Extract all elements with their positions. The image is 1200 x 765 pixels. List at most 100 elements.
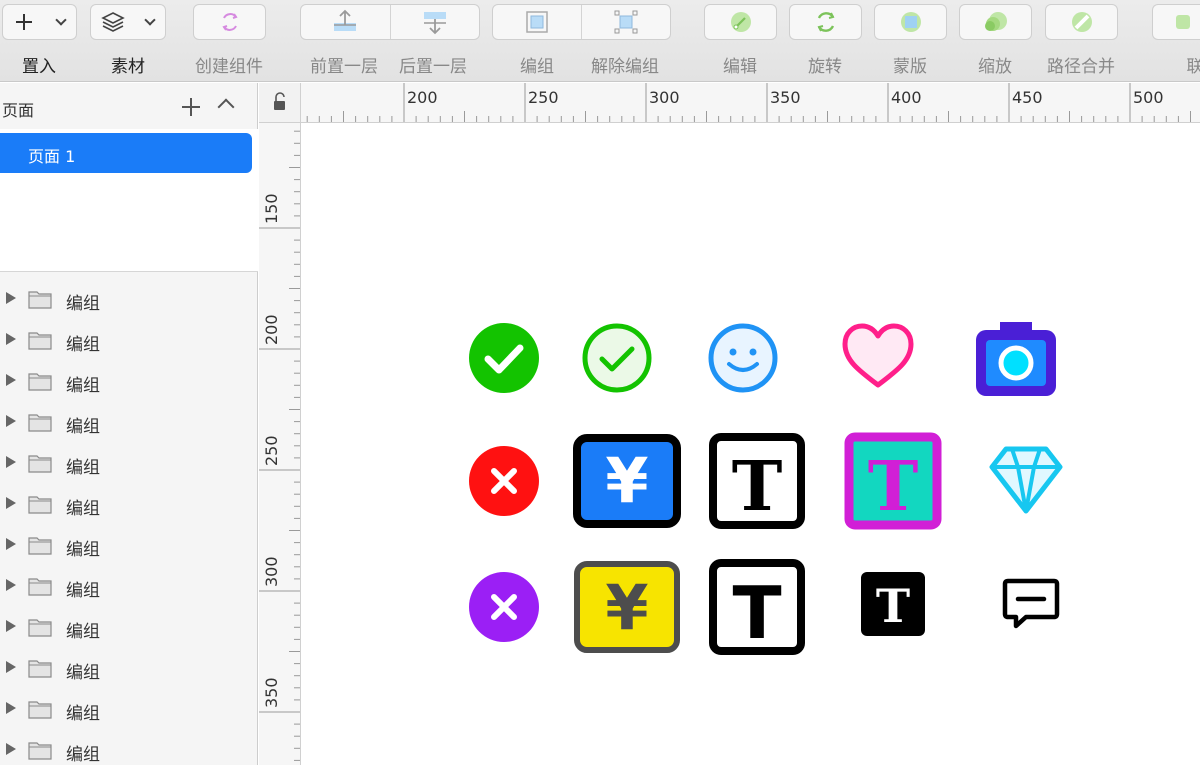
horizontal-ruler: 200 250 300 350 400 450 500	[301, 83, 1200, 123]
layer-item[interactable]: 编组	[0, 525, 258, 566]
materials-button[interactable]	[90, 4, 166, 40]
layers-icon	[91, 5, 134, 39]
edit-label: 编辑	[723, 57, 757, 77]
disclosure-triangle-icon[interactable]	[6, 661, 16, 673]
layer-item[interactable]: 编组	[0, 443, 258, 484]
ungroup-button[interactable]	[581, 5, 670, 39]
yen-glyph: ¥	[605, 571, 648, 644]
camera-icon[interactable]	[974, 318, 1058, 398]
layer-item[interactable]: 编组	[0, 484, 258, 525]
ruler-label: 300	[262, 556, 281, 587]
layer-name: 编组	[66, 458, 100, 478]
mask-icon	[875, 5, 946, 39]
ruler-label: 350	[262, 677, 281, 708]
layer-item[interactable]: 编组	[0, 320, 258, 361]
text-box-filled-icon[interactable]: T	[860, 571, 926, 637]
disclosure-triangle-icon[interactable]	[6, 743, 16, 755]
send-backward-button[interactable]	[389, 5, 480, 39]
pages-title: 页面	[2, 101, 35, 120]
path-combine-button[interactable]	[1045, 4, 1118, 40]
insert-button[interactable]	[2, 4, 77, 40]
layer-item[interactable]: 编组	[0, 648, 258, 689]
layer-item[interactable]: 编组	[0, 607, 258, 648]
text-glyph: T	[732, 571, 781, 655]
canvas: ¥ T T ¥ T T	[302, 124, 1200, 765]
folder-icon	[28, 496, 52, 514]
folder-icon	[28, 537, 52, 555]
text-box-outline-icon[interactable]: T	[708, 432, 806, 530]
ruler-label: 500	[1133, 88, 1164, 107]
rotate-button[interactable]	[789, 4, 862, 40]
ruler-label: 350	[770, 88, 801, 107]
disclosure-triangle-icon[interactable]	[6, 456, 16, 468]
mask-label: 蒙版	[893, 57, 927, 77]
materials-label: 素材	[111, 57, 145, 77]
send-backward-label: 后置一层	[399, 57, 467, 77]
layer-item[interactable]: 编组	[0, 730, 258, 765]
disclosure-triangle-icon[interactable]	[6, 374, 16, 386]
group-icon	[526, 11, 548, 33]
close-circle-red-icon[interactable]	[468, 445, 540, 517]
edit-button[interactable]	[704, 4, 777, 40]
insert-label: 置入	[22, 57, 56, 77]
yen-box-blue-icon[interactable]: ¥	[573, 434, 681, 528]
grouping-group	[492, 4, 671, 40]
pages-header: 页面	[0, 83, 258, 129]
mask-button[interactable]	[874, 4, 947, 40]
check-circle-filled-icon[interactable]	[468, 322, 540, 394]
layer-name: 编组	[66, 663, 100, 683]
layer-item[interactable]: 编组	[0, 279, 258, 320]
text-glyph: T	[732, 447, 783, 527]
heart-icon[interactable]	[840, 322, 916, 392]
close-circle-purple-icon[interactable]	[468, 571, 540, 643]
disclosure-triangle-icon[interactable]	[6, 579, 16, 591]
lock-icon[interactable]	[259, 83, 301, 123]
link-button[interactable]	[1152, 4, 1200, 40]
check-circle-outline-icon[interactable]	[581, 322, 653, 394]
page-item-label: 页面 1	[28, 147, 76, 166]
layer-item[interactable]: 编组	[0, 566, 258, 607]
folder-icon	[28, 660, 52, 678]
folder-icon	[28, 332, 52, 350]
message-icon[interactable]	[1002, 578, 1060, 630]
disclosure-triangle-icon[interactable]	[6, 415, 16, 427]
layer-name: 编组	[66, 745, 100, 765]
create-symbol-button[interactable]	[193, 4, 266, 40]
text-box-outline-large-icon[interactable]: T	[708, 558, 806, 656]
bring-forward-button[interactable]	[301, 5, 390, 39]
folder-icon	[28, 291, 52, 309]
group-button[interactable]	[493, 5, 581, 39]
layer-item[interactable]: 编组	[0, 689, 258, 730]
text-glyph: T	[876, 579, 910, 633]
disclosure-triangle-icon[interactable]	[6, 538, 16, 550]
smile-icon[interactable]	[707, 322, 779, 394]
layer-item[interactable]: 编组	[0, 402, 258, 443]
ruler-label: 150	[262, 193, 281, 224]
folder-icon	[28, 414, 52, 432]
layer-item[interactable]: 编组	[0, 361, 258, 402]
ungroup-icon	[614, 10, 638, 34]
disclosure-triangle-icon[interactable]	[6, 333, 16, 345]
ruler-label: 450	[1012, 88, 1043, 107]
layer-name: 编组	[66, 581, 100, 601]
ruler-label: 400	[891, 88, 922, 107]
scale-button[interactable]	[959, 4, 1032, 40]
text-glyph: T	[868, 447, 919, 527]
diamond-icon[interactable]	[988, 445, 1064, 515]
yen-box-yellow-icon[interactable]: ¥	[574, 561, 680, 653]
page-item-1[interactable]: 页面 1	[0, 133, 252, 173]
add-page-button[interactable]	[180, 96, 202, 118]
collapse-pages-button[interactable]	[217, 98, 235, 116]
layer-name: 编组	[66, 540, 100, 560]
disclosure-triangle-icon[interactable]	[6, 292, 16, 304]
disclosure-triangle-icon[interactable]	[6, 702, 16, 714]
disclosure-triangle-icon[interactable]	[6, 497, 16, 509]
disclosure-triangle-icon[interactable]	[6, 620, 16, 632]
text-box-magenta-icon[interactable]: T	[844, 432, 942, 530]
ruler-label: 250	[262, 435, 281, 466]
sidebar: 页面 页面 1 编组 编组 编组 编组 编组 编组 编组 编组 编组 编组 编组 编组	[0, 83, 258, 765]
toolbar: 置入 素材 创建组件 前置一层 后置一层 编组 解除编组 编辑 旋转 蒙版 缩放…	[0, 0, 1200, 82]
folder-icon	[28, 619, 52, 637]
edit-icon	[705, 5, 776, 39]
layer-name: 编组	[66, 499, 100, 519]
